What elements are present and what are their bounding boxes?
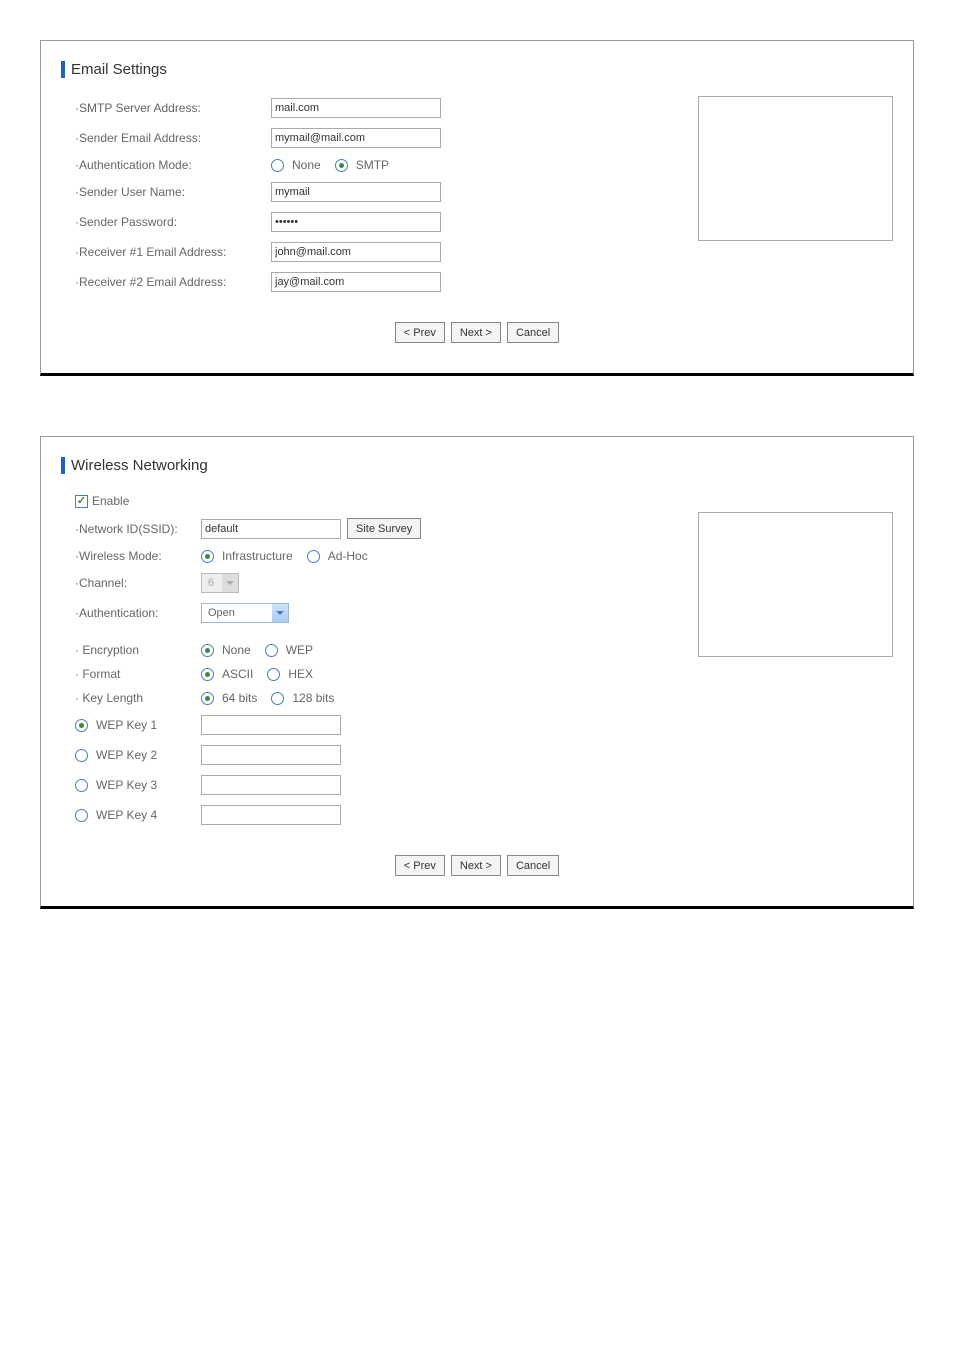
encryption-wep-radio[interactable] [265, 644, 278, 657]
prev-button[interactable]: < Prev [395, 855, 445, 876]
next-button[interactable]: Next > [451, 855, 501, 876]
receiver2-label: ·Receiver #2 Email Address: [61, 275, 271, 289]
authentication-value: Open [202, 607, 272, 619]
format-hex-label: HEX [288, 667, 313, 681]
mode-infra-label: Infrastructure [222, 549, 293, 563]
mode-infra-radio[interactable] [201, 550, 214, 563]
ssid-label: ·Network ID(SSID): [61, 522, 201, 536]
wep-key1-input[interactable] [201, 715, 341, 735]
wep-key3-input[interactable] [201, 775, 341, 795]
channel-label: ·Channel: [61, 576, 201, 590]
wireless-mode-label: ·Wireless Mode: [61, 549, 201, 563]
format-ascii-radio[interactable] [201, 668, 214, 681]
email-settings-panel: Email Settings ·SMTP Server Address: ·Se… [40, 40, 914, 376]
auth-smtp-label: SMTP [356, 158, 389, 172]
next-button[interactable]: Next > [451, 322, 501, 343]
wep-key2-radio[interactable] [75, 749, 88, 762]
authentication-select[interactable]: Open [201, 603, 289, 623]
receiver2-input[interactable] [271, 272, 441, 292]
prev-button[interactable]: < Prev [395, 322, 445, 343]
wep-key1-radio[interactable] [75, 719, 88, 732]
auth-none-radio[interactable] [271, 159, 284, 172]
mode-adhoc-label: Ad-Hoc [328, 549, 368, 563]
encryption-none-radio[interactable] [201, 644, 214, 657]
wep-key1-label: WEP Key 1 [96, 718, 157, 732]
cancel-button[interactable]: Cancel [507, 855, 559, 876]
auth-mode-label: ·Authentication Mode: [61, 158, 271, 172]
encryption-none-label: None [222, 643, 251, 657]
cancel-button[interactable]: Cancel [507, 322, 559, 343]
format-ascii-label: ASCII [222, 667, 253, 681]
wep-key4-label: WEP Key 4 [96, 808, 157, 822]
sender-pass-input[interactable] [271, 212, 441, 232]
keylen-64-label: 64 bits [222, 691, 257, 705]
wireless-title: Wireless Networking [61, 457, 893, 474]
chevron-down-icon [222, 574, 238, 592]
wep-key3-radio[interactable] [75, 779, 88, 792]
receiver1-label: ·Receiver #1 Email Address: [61, 245, 271, 259]
encryption-wep-label: WEP [286, 643, 313, 657]
keylen-64-radio[interactable] [201, 692, 214, 705]
receiver1-input[interactable] [271, 242, 441, 262]
preview-box [698, 512, 893, 657]
channel-value: 6 [202, 577, 222, 589]
wireless-button-row: < Prev Next > Cancel [61, 855, 893, 876]
format-label: · Format [61, 667, 201, 681]
format-hex-radio[interactable] [267, 668, 280, 681]
chevron-down-icon [272, 604, 288, 622]
keylen-label: · Key Length [61, 691, 201, 705]
keylen-128-label: 128 bits [292, 691, 334, 705]
mode-adhoc-radio[interactable] [307, 550, 320, 563]
sender-email-input[interactable] [271, 128, 441, 148]
enable-label: Enable [92, 494, 129, 508]
auth-none-label: None [292, 158, 321, 172]
ssid-input[interactable] [201, 519, 341, 539]
sender-pass-label: ·Sender Password: [61, 215, 271, 229]
smtp-server-input[interactable] [271, 98, 441, 118]
wep-key2-label: WEP Key 2 [96, 748, 157, 762]
wep-key4-radio[interactable] [75, 809, 88, 822]
wep-key2-input[interactable] [201, 745, 341, 765]
sender-email-label: ·Sender Email Address: [61, 131, 271, 145]
site-survey-button[interactable]: Site Survey [347, 518, 421, 539]
smtp-server-label: ·SMTP Server Address: [61, 101, 271, 115]
keylen-128-radio[interactable] [271, 692, 284, 705]
sender-user-label: ·Sender User Name: [61, 185, 271, 199]
email-button-row: < Prev Next > Cancel [61, 322, 893, 343]
encryption-label: · Encryption [61, 643, 201, 657]
authentication-label: ·Authentication: [61, 606, 201, 620]
sender-user-input[interactable] [271, 182, 441, 202]
channel-select: 6 [201, 573, 239, 593]
wep-key3-label: WEP Key 3 [96, 778, 157, 792]
wireless-panel: Wireless Networking Enable ·Network ID(S… [40, 436, 914, 909]
auth-smtp-radio[interactable] [335, 159, 348, 172]
email-settings-title: Email Settings [61, 61, 893, 78]
preview-box [698, 96, 893, 241]
enable-checkbox[interactable] [75, 495, 88, 508]
wep-key4-input[interactable] [201, 805, 341, 825]
